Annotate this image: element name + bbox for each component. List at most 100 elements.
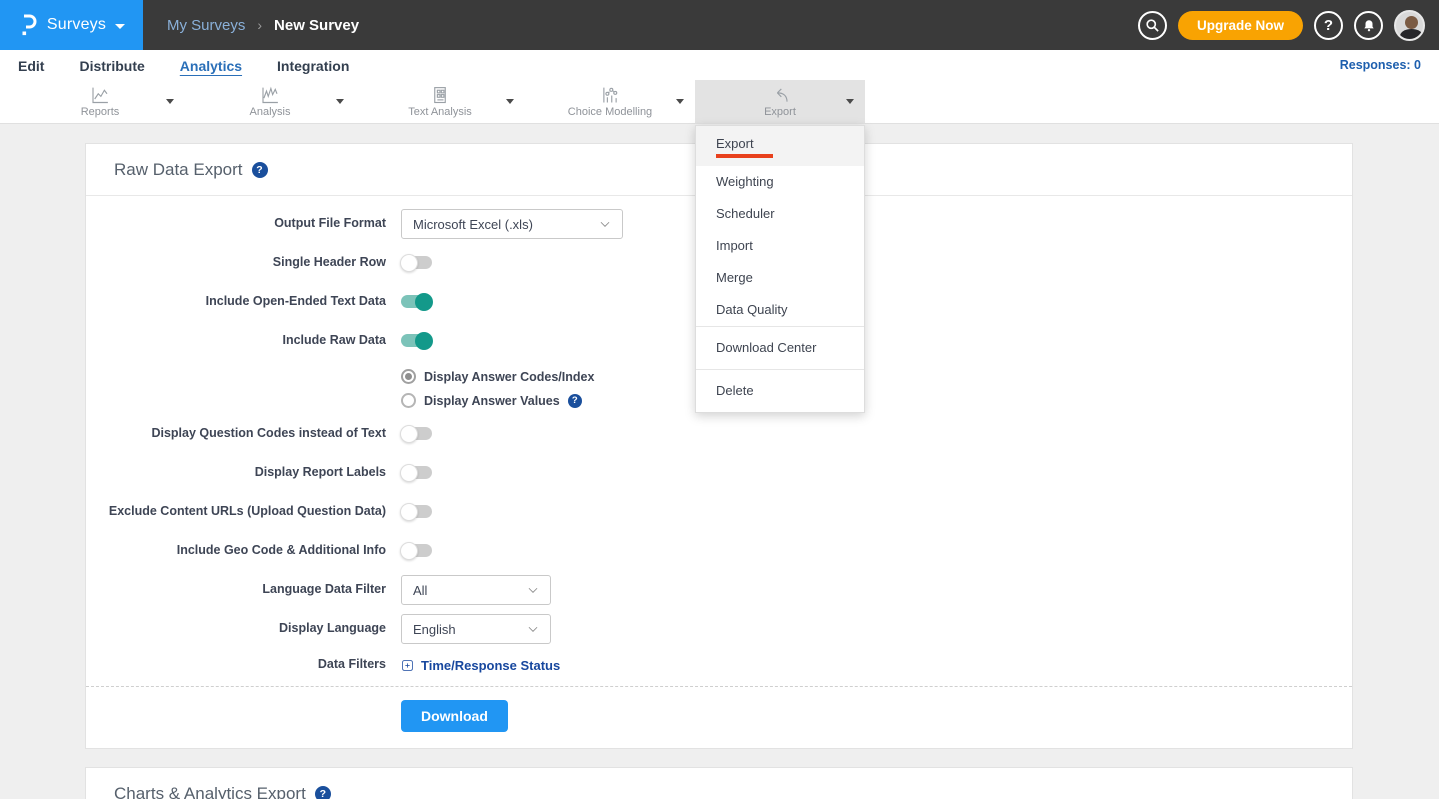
choice-modelling-button[interactable]: Choice Modelling	[568, 85, 652, 118]
menu-item-weighting[interactable]: Weighting	[696, 166, 864, 198]
report-labels-label: Display Report Labels	[86, 465, 386, 481]
reports-dropdown-caret[interactable]	[166, 99, 174, 104]
export-button[interactable]: Export	[764, 85, 796, 118]
analysis-label: Analysis	[250, 106, 291, 118]
report-labels-row: Display Report Labels	[86, 458, 1352, 487]
toolbar-group-analysis: Analysis	[185, 80, 355, 123]
exclude-content-urls-label: Exclude Content URLs (Upload Question Da…	[86, 504, 386, 520]
exclude-content-urls-toggle[interactable]	[401, 505, 432, 518]
menu-item-import[interactable]: Import	[696, 230, 864, 262]
geo-code-label: Include Geo Code & Additional Info	[86, 543, 386, 559]
reports-button[interactable]: Reports	[81, 85, 120, 118]
toggle-knob	[400, 503, 418, 521]
question-codes-toggle[interactable]	[401, 427, 432, 440]
report-labels-toggle[interactable]	[401, 466, 432, 479]
chevron-down-icon	[115, 24, 125, 29]
responses-count: Responses: 0	[1340, 58, 1421, 72]
top-bar: Surveys My Surveys › New Survey Upgrade …	[0, 0, 1439, 50]
menu-item-export-text: Export	[716, 136, 754, 151]
raw-data-export-help-icon[interactable]: ?	[252, 162, 268, 178]
display-answer-values-option[interactable]: Display Answer Values ?	[401, 393, 1352, 408]
toolbar-group-choice-modelling: Choice Modelling	[525, 80, 695, 123]
include-open-ended-toggle[interactable]	[401, 295, 432, 308]
toolbar-group-reports: Reports	[15, 80, 185, 123]
menu-item-data-quality[interactable]: Data Quality	[696, 294, 864, 326]
question-codes-row: Display Question Codes instead of Text	[86, 419, 1352, 448]
tab-distribute[interactable]: Distribute	[79, 56, 144, 74]
time-response-status-link[interactable]: Time/Response Status	[401, 658, 560, 673]
raw-data-export-title: Raw Data Export	[114, 160, 243, 180]
toolbar-group-text-analysis: Text Analysis	[355, 80, 525, 123]
survey-tab-bar: Edit Distribute Analytics Integration Re…	[0, 50, 1439, 80]
export-arrow-icon	[769, 85, 791, 106]
export-dropdown-caret[interactable]	[846, 99, 854, 104]
display-answer-codes-label: Display Answer Codes/Index	[424, 370, 594, 384]
charts-analytics-export-title: Charts & Analytics Export	[114, 784, 306, 799]
product-switcher[interactable]: Surveys	[0, 0, 143, 50]
menu-item-merge[interactable]: Merge	[696, 262, 864, 294]
display-answer-values-label: Display Answer Values	[424, 394, 560, 408]
answer-display-radio-group: Display Answer Codes/Index Display Answe…	[401, 365, 1352, 419]
chevron-down-icon	[598, 217, 612, 231]
tab-integration[interactable]: Integration	[277, 56, 349, 74]
tab-edit[interactable]: Edit	[18, 56, 44, 74]
include-raw-data-toggle[interactable]	[401, 334, 432, 347]
display-language-label: Display Language	[86, 621, 386, 637]
display-answer-values-help-icon[interactable]: ?	[568, 394, 582, 408]
upgrade-now-button[interactable]: Upgrade Now	[1178, 11, 1303, 40]
output-file-format-select[interactable]: Microsoft Excel (.xls)	[401, 209, 623, 239]
data-filters-label: Data Filters	[86, 657, 386, 673]
toggle-knob	[400, 464, 418, 482]
analysis-button[interactable]: Analysis	[250, 85, 291, 118]
display-answer-codes-option[interactable]: Display Answer Codes/Index	[401, 369, 1352, 384]
exclude-content-urls-row: Exclude Content URLs (Upload Question Da…	[86, 497, 1352, 526]
data-filters-row: Data Filters Time/Response Status	[86, 653, 1352, 677]
charts-analytics-export-help-icon[interactable]: ?	[315, 786, 331, 799]
text-analysis-label: Text Analysis	[408, 106, 472, 118]
include-open-ended-label: Include Open-Ended Text Data	[86, 294, 386, 310]
text-analysis-button[interactable]: Text Analysis	[408, 85, 472, 118]
user-avatar[interactable]	[1394, 10, 1425, 41]
choice-modelling-dropdown-caret[interactable]	[676, 99, 684, 104]
notifications-button[interactable]	[1354, 11, 1383, 40]
language-data-filter-row: Language Data Filter All	[86, 575, 1352, 605]
menu-item-delete[interactable]: Delete	[696, 370, 864, 412]
breadcrumb-separator: ›	[257, 17, 262, 33]
search-button[interactable]	[1138, 11, 1167, 40]
display-answer-codes-radio[interactable]	[401, 369, 416, 384]
single-header-row-label: Single Header Row	[86, 255, 386, 271]
language-data-filter-select[interactable]: All	[401, 575, 551, 605]
language-data-filter-label: Language Data Filter	[86, 582, 386, 598]
time-response-status-text: Time/Response Status	[421, 658, 560, 673]
include-raw-data-label: Include Raw Data	[86, 333, 386, 349]
menu-item-download-center[interactable]: Download Center	[696, 327, 864, 369]
geo-code-row: Include Geo Code & Additional Info	[86, 536, 1352, 565]
toolbar-group-export: Export	[695, 80, 865, 123]
download-button[interactable]: Download	[401, 700, 508, 732]
chevron-down-icon	[526, 583, 540, 597]
reports-label: Reports	[81, 106, 120, 118]
charts-analytics-export-header: Charts & Analytics Export ?	[86, 768, 1352, 799]
language-data-filter-value: All	[413, 583, 427, 598]
display-answer-values-radio[interactable]	[401, 393, 416, 408]
analysis-dropdown-caret[interactable]	[336, 99, 344, 104]
text-analysis-dropdown-caret[interactable]	[506, 99, 514, 104]
analytics-toolbar: Reports Analysis Text Analysis	[0, 80, 1439, 124]
tab-analytics[interactable]: Analytics	[180, 56, 242, 74]
charts-analytics-export-card: Charts & Analytics Export ?	[85, 767, 1353, 799]
help-button[interactable]: ?	[1314, 11, 1343, 40]
question-codes-label: Display Question Codes instead of Text	[86, 426, 386, 442]
export-dropdown-menu: Export Weighting Scheduler Import Merge …	[695, 125, 865, 413]
display-language-select[interactable]: English	[401, 614, 551, 644]
geo-code-toggle[interactable]	[401, 544, 432, 557]
text-analysis-icon	[429, 85, 451, 106]
single-header-row-toggle[interactable]	[401, 256, 432, 269]
menu-item-scheduler[interactable]: Scheduler	[696, 198, 864, 230]
output-file-format-value: Microsoft Excel (.xls)	[413, 217, 533, 232]
download-row: Download	[86, 687, 1352, 748]
toggle-knob	[400, 254, 418, 272]
output-file-format-label: Output File Format	[86, 216, 386, 232]
menu-item-export[interactable]: Export	[696, 126, 864, 166]
toggle-knob	[400, 425, 418, 443]
breadcrumb-my-surveys[interactable]: My Surveys	[167, 17, 245, 34]
